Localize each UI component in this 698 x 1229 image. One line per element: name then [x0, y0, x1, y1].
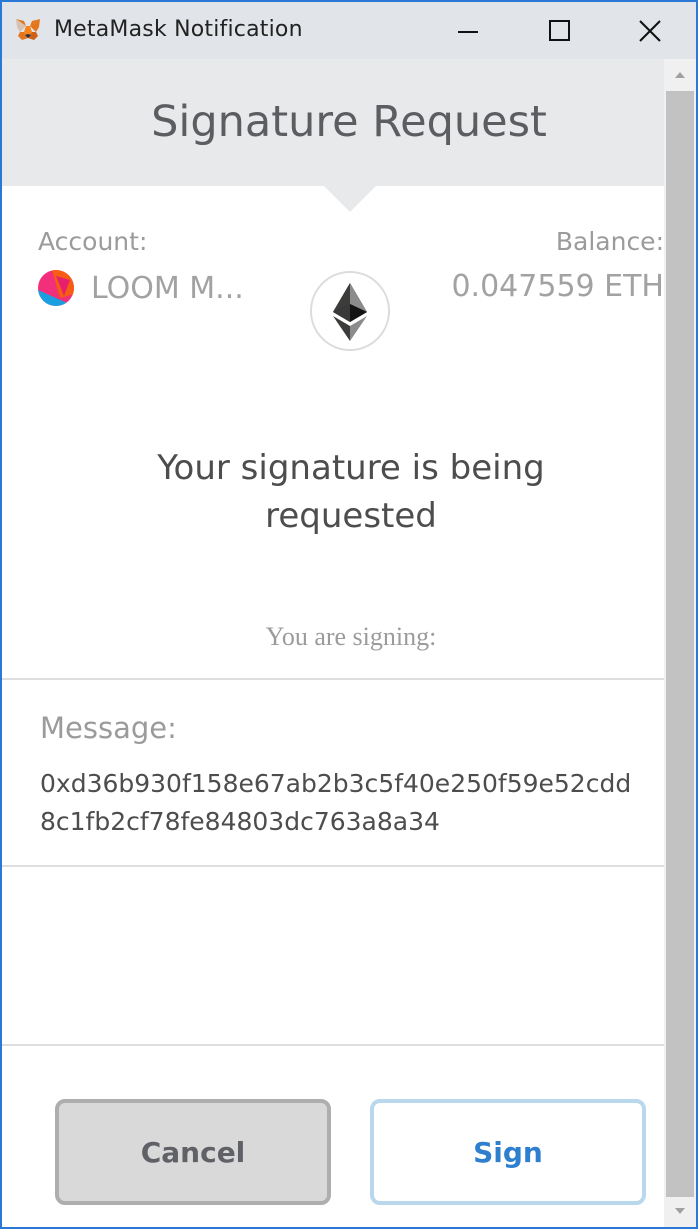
- close-button[interactable]: [604, 2, 696, 59]
- window-title: MetaMask Notification: [54, 17, 303, 42]
- ethereum-icon: [333, 283, 367, 341]
- account-name[interactable]: LOOM M...: [91, 271, 244, 306]
- title-bar[interactable]: MetaMask Notification: [2, 2, 696, 59]
- balance-value: 0.047559 ETH: [451, 269, 664, 304]
- sign-button[interactable]: Sign: [370, 1099, 646, 1205]
- token-badge: [310, 271, 390, 351]
- scroll-down-button[interactable]: [664, 1197, 696, 1227]
- scroll-up-button[interactable]: [664, 59, 696, 89]
- account-label: Account:: [38, 227, 148, 256]
- maximize-icon: [549, 20, 570, 41]
- scroll-down-arrow-icon: [675, 1208, 685, 1214]
- divider: [2, 1044, 664, 1046]
- cancel-button[interactable]: Cancel: [55, 1099, 331, 1205]
- header-pointer: [324, 186, 376, 212]
- metamask-notification-window: MetaMask Notification Signature Request …: [0, 0, 698, 1229]
- divider: [2, 678, 664, 680]
- request-heading: Your signature is being requested: [157, 448, 545, 536]
- message-value: 0xd36b930f158e67ab2b3c5f40e250f59e52cdd8…: [40, 769, 632, 836]
- header: Signature Request: [2, 59, 664, 186]
- page-title: Signature Request: [151, 97, 547, 147]
- close-icon: [639, 20, 661, 42]
- message-label: Message:: [40, 711, 177, 745]
- scroll-up-arrow-icon: [675, 72, 685, 78]
- balance-label: Balance:: [555, 227, 664, 256]
- minimize-button[interactable]: [422, 2, 514, 59]
- divider: [2, 865, 664, 867]
- maximize-button[interactable]: [514, 2, 606, 59]
- minimize-icon: [458, 31, 478, 33]
- account-avatar: [38, 270, 74, 306]
- signature-request-content: Signature Request Account: Balance: LOOM…: [2, 59, 664, 1227]
- vertical-scrollbar[interactable]: [664, 59, 696, 1227]
- metamask-fox-icon: [14, 16, 42, 44]
- scrollbar-thumb[interactable]: [666, 91, 694, 1197]
- signing-label: You are signing:: [265, 622, 437, 651]
